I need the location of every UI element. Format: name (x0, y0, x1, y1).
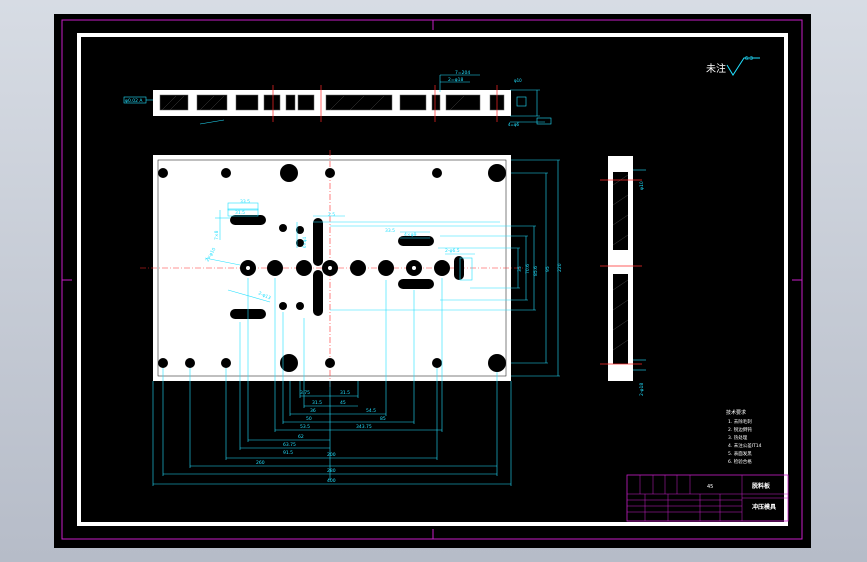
top-view-dim-1: 7=204 (455, 70, 470, 76)
bottom-dim-6: 54.5 (366, 408, 376, 414)
tech-req-6: 6. 检验合格 (728, 458, 752, 465)
cad-drawing-canvas: 未注 6.3 φ0.02 A 7=204 2=φ18 φ10 4=φ6 φ10 … (54, 14, 811, 548)
side-view-dim-top: φ10 (639, 181, 645, 190)
roughness-value: 6.3 (745, 56, 753, 62)
bottom-dim-15: 260 (256, 460, 265, 466)
right-dim-4: 95 (545, 266, 551, 272)
right-dim-5: 220 (557, 263, 563, 272)
tech-req-title: 技术要求 (726, 409, 746, 416)
side-view-dim-bottom: 2-φ18 (639, 383, 645, 396)
title-block-part-name: 脱料板 (752, 482, 771, 490)
title-block-drawing-no: 冲压模具 (752, 503, 776, 511)
right-dim-1: 35 (517, 266, 523, 272)
bottom-dim-1: 3.75 (300, 390, 310, 396)
right-dim-2: 70.6 (525, 264, 531, 274)
top-view-dim-4: 4=φ6 (508, 122, 520, 127)
bottom-dim-12: 63.75 (283, 442, 296, 448)
tech-req-4: 4. 未注公差IT14 (728, 442, 762, 449)
tech-req-2: 2. 锐边倒钝 (728, 426, 752, 433)
top-view-dim-3: φ10 (514, 78, 522, 83)
bottom-dim-7: 50 (306, 416, 312, 422)
tech-req-3: 3. 热处理 (728, 434, 748, 441)
plan-label-2: 31.5 (235, 210, 245, 216)
right-dim-3: 85.6 (533, 266, 539, 276)
bottom-dim-17: 400 (327, 478, 336, 484)
bottom-dim-13: 91.5 (283, 450, 293, 456)
bottom-dim-5: 45 (340, 400, 346, 406)
title-block-material: 45 (707, 484, 713, 490)
plan-label-5: 6×φ4 (302, 236, 307, 248)
bottom-dim-16: 280 (327, 468, 336, 474)
bottom-dim-14: 200 (327, 452, 336, 458)
bottom-dim-8: 85 (380, 416, 386, 422)
bottom-dim-2: 31.5 (312, 400, 322, 406)
bottom-dim-3: 31.5 (340, 390, 350, 396)
plan-label-6: 4×φ9 (404, 232, 417, 238)
plan-label-8: 2-φ6.5 (445, 248, 460, 254)
plan-label-7: 33.5 (385, 228, 395, 234)
plan-label-3: 7×8 (214, 230, 220, 240)
tech-req-1: 1. 去除毛刺 (728, 418, 752, 425)
plan-label-1: 33.5 (240, 199, 250, 205)
top-view-dim-2: 2=φ18 (448, 77, 463, 83)
bottom-dim-11: 343.75 (356, 424, 372, 430)
top-view-left-label: φ0.02 A (125, 98, 143, 104)
plan-label-4: 2.5 (328, 212, 335, 218)
roughness-note-label: 未注 (706, 62, 726, 75)
bottom-dim-4: 36 (310, 408, 316, 414)
tech-req-5: 5. 表面发黑 (728, 450, 752, 457)
bottom-dim-10: 62 (298, 434, 304, 440)
bottom-dim-9: 53.5 (300, 424, 310, 430)
